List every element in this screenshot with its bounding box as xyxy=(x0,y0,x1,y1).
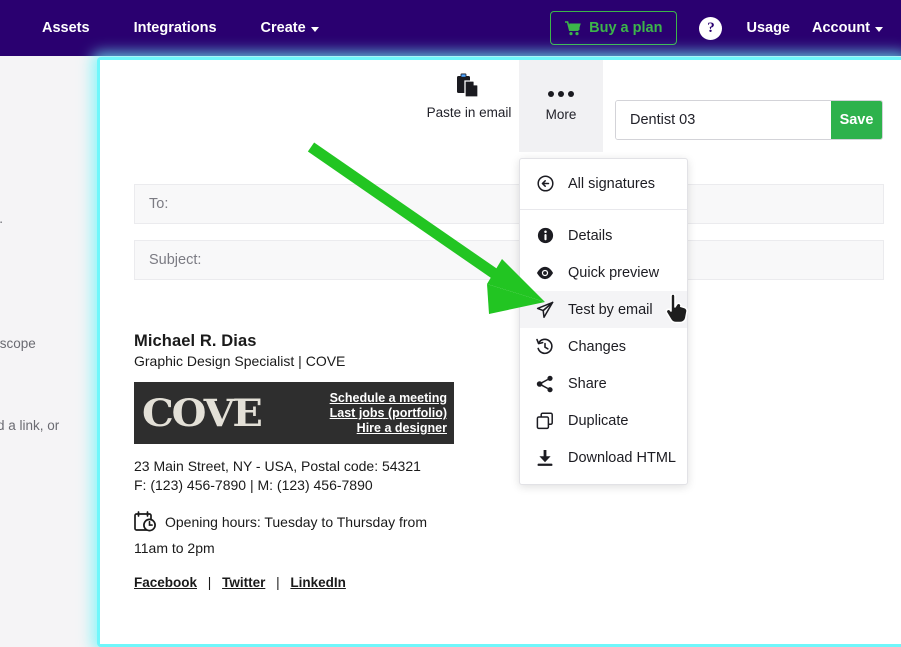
history-clock-icon xyxy=(536,338,554,356)
menu-item-details[interactable]: Details xyxy=(520,217,687,254)
more-dropdown-menu: All signatures Details Quick preview xyxy=(519,158,688,485)
menu-item-details-label: Details xyxy=(568,228,612,244)
nav-link-integrations-label: Integrations xyxy=(134,20,217,36)
banner-link-hire-designer[interactable]: Hire a designer xyxy=(357,421,447,435)
email-subject-field[interactable]: Subject: xyxy=(134,240,884,280)
signature-name-input[interactable] xyxy=(616,101,831,139)
social-link-linkedin[interactable]: LinkedIn xyxy=(290,575,346,590)
signature-hours-text: Opening hours: Tuesday to Thursday from … xyxy=(134,514,427,556)
left-panel-text-line-3: add a link, or xyxy=(0,418,59,433)
nav-link-integrations[interactable]: Integrations xyxy=(112,20,239,36)
download-icon xyxy=(536,449,554,467)
nav-links-group: Assets Integrations Create xyxy=(20,20,341,36)
nav-actions-group: Buy a plan ? Usage Account xyxy=(550,11,883,45)
info-circle-icon xyxy=(536,227,554,244)
menu-item-share[interactable]: Share xyxy=(520,365,687,402)
menu-item-all-signatures-label: All signatures xyxy=(568,176,655,192)
help-icon[interactable]: ? xyxy=(699,17,722,40)
nav-link-create[interactable]: Create xyxy=(239,20,341,36)
signature-banner: COVE Schedule a meeting Last jobs (portf… xyxy=(134,382,454,444)
cove-logo: COVE xyxy=(142,395,261,432)
editor-toolbar: Paste in email More Save xyxy=(100,60,901,152)
nav-link-assets[interactable]: Assets xyxy=(20,20,112,36)
subject-label: Subject: xyxy=(149,252,201,268)
signature-social-links: Facebook | Twitter | LinkedIn xyxy=(134,575,604,590)
menu-item-share-label: Share xyxy=(568,376,607,392)
chevron-down-icon xyxy=(311,27,319,32)
ellipsis-dot xyxy=(568,91,574,97)
buy-a-plan-button[interactable]: Buy a plan xyxy=(550,11,677,45)
social-separator: | xyxy=(276,575,280,590)
ellipsis-dot xyxy=(548,91,554,97)
menu-divider xyxy=(520,209,687,210)
banner-link-schedule-meeting[interactable]: Schedule a meeting xyxy=(330,391,447,405)
menu-item-changes[interactable]: Changes xyxy=(520,328,687,365)
more-button[interactable]: More xyxy=(519,60,603,152)
menu-item-quick-preview-label: Quick preview xyxy=(568,265,659,281)
menu-item-test-by-email[interactable]: Test by email xyxy=(520,291,687,328)
chevron-down-icon xyxy=(875,27,883,32)
social-separator: | xyxy=(208,575,212,590)
paste-in-email-label: Paste in email xyxy=(427,105,512,120)
left-panel-text-line-1: or. xyxy=(0,211,3,226)
banner-link-last-jobs[interactable]: Last jobs (portfolio) xyxy=(330,406,447,420)
social-link-facebook[interactable]: Facebook xyxy=(134,575,197,590)
menu-item-download-html-label: Download HTML xyxy=(568,450,676,466)
left-panel-text-line-2: re scope xyxy=(0,336,36,351)
nav-link-create-label: Create xyxy=(261,20,306,36)
signature-editor-card: Paste in email More Save To: Subject: Mi… xyxy=(100,60,901,644)
shopping-cart-icon xyxy=(565,21,581,36)
menu-item-quick-preview[interactable]: Quick preview xyxy=(520,254,687,291)
menu-item-test-by-email-label: Test by email xyxy=(568,302,653,318)
calendar-clock-icon xyxy=(134,511,158,533)
signature-opening-hours: Opening hours: Tuesday to Thursday from … xyxy=(134,509,444,561)
ellipsis-icon xyxy=(548,91,574,97)
email-to-field[interactable]: To: xyxy=(134,184,884,224)
ellipsis-dot xyxy=(558,91,564,97)
menu-item-duplicate[interactable]: Duplicate xyxy=(520,402,687,439)
save-button[interactable]: Save xyxy=(831,101,882,139)
paper-plane-icon xyxy=(536,301,554,319)
to-label: To: xyxy=(149,196,168,212)
signature-name-field-group: Save xyxy=(615,100,883,140)
clipboard-paste-icon xyxy=(456,73,482,99)
buy-a-plan-label: Buy a plan xyxy=(589,20,662,36)
nav-link-account-label: Account xyxy=(812,20,870,36)
back-arrow-circle-icon xyxy=(536,175,554,192)
eye-icon xyxy=(536,266,554,280)
paste-in-email-button[interactable]: Paste in email xyxy=(409,73,529,120)
nav-link-account[interactable]: Account xyxy=(812,20,883,36)
share-nodes-icon xyxy=(536,375,554,393)
copy-icon xyxy=(536,412,554,430)
menu-item-duplicate-label: Duplicate xyxy=(568,413,628,429)
menu-item-download-html[interactable]: Download HTML xyxy=(520,439,687,476)
signature-banner-links: Schedule a meeting Last jobs (portfolio)… xyxy=(330,391,447,435)
more-button-label: More xyxy=(546,107,577,122)
nav-link-assets-label: Assets xyxy=(42,20,90,36)
nav-link-usage-label: Usage xyxy=(746,20,790,36)
menu-item-all-signatures[interactable]: All signatures xyxy=(520,165,687,202)
left-help-panel: or. re scope add a link, or xyxy=(0,56,100,644)
nav-link-usage[interactable]: Usage xyxy=(746,20,812,36)
top-navigation-bar: Assets Integrations Create Buy a plan ? … xyxy=(0,0,901,56)
social-link-twitter[interactable]: Twitter xyxy=(222,575,265,590)
help-glyph: ? xyxy=(707,20,715,37)
menu-item-changes-label: Changes xyxy=(568,339,626,355)
